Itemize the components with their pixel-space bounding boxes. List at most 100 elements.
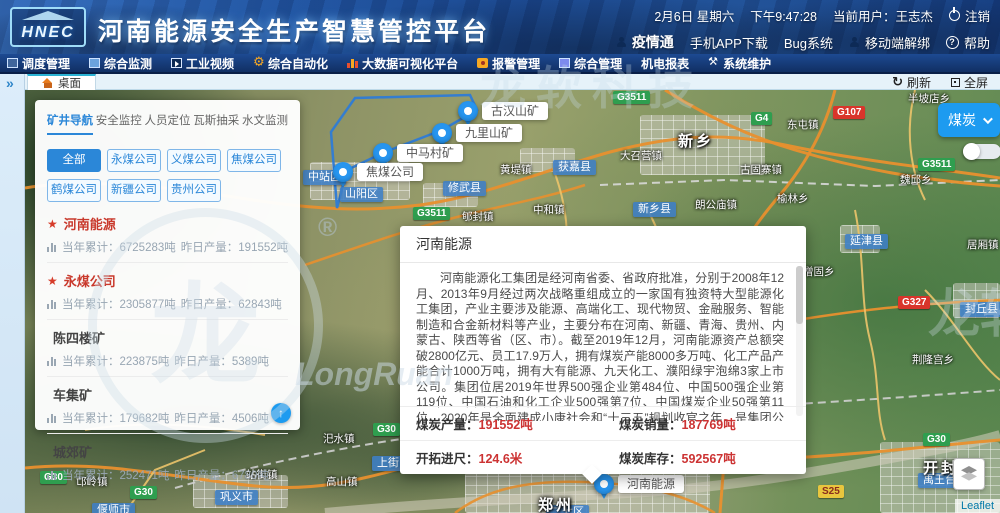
road-badge: G30 [923, 433, 950, 446]
fullscreen-button[interactable]: 全屏 [951, 74, 988, 91]
marker-pin-icon [333, 162, 353, 182]
company-filter-button[interactable]: 贵州公司 [167, 179, 221, 202]
refresh-button[interactable]: ↻ 刷新 [892, 74, 931, 91]
yearly-total: 当年累计：2305877吨 [62, 296, 176, 312]
nav-system-maintenance[interactable]: 系统维护 [708, 55, 771, 72]
panel-tab[interactable]: 人员定位 [145, 112, 191, 133]
nav-monitoring[interactable]: 综合监测 [89, 55, 152, 72]
daily-output: 昨日产量：4506吨 [174, 410, 269, 426]
panel-tab[interactable]: 瓦斯抽采 [193, 112, 239, 133]
help-icon [946, 36, 959, 49]
nav-electromech-reports[interactable]: 机电报表 [641, 55, 689, 72]
tab-desktop[interactable]: 桌面 [27, 74, 96, 90]
stat-label: 开拓进尺： [416, 448, 479, 467]
company-name: 陈四楼矿 [53, 328, 105, 347]
company-list-item[interactable]: 陈四楼矿 当年累计：223875吨 昨日产量：5389吨 [47, 320, 288, 377]
district-label: 新乡县 [633, 202, 676, 217]
panel-tab[interactable]: 矿井导航 [47, 112, 93, 135]
town-label: 魏邱乡 [900, 172, 932, 187]
yearly-total: 当年累计：223875吨 [62, 353, 169, 369]
nav-automation[interactable]: 综合自动化 [253, 55, 328, 72]
person-icon [616, 37, 627, 48]
stat-label: 煤炭销量： [619, 414, 682, 433]
popup-stat: 煤炭库存： 592567吨 [603, 440, 806, 474]
chevron-down-icon [983, 114, 993, 124]
mine-navigation-panel: 矿井导航安全监控人员定位瓦斯抽采水文监测 全部永煤公司义煤公司焦煤公司鹤煤公司新… [35, 100, 300, 430]
logout-button[interactable]: 注销 [949, 6, 990, 25]
map-attribution[interactable]: Leaflet [955, 499, 1000, 513]
popup-stats: 煤炭产量： 191552吨 煤炭销量： 187769吨 开拓进尺： 124.6米… [400, 406, 806, 474]
company-list: ★ 河南能源 当年累计：6725283吨 昨日产量：191552吨 ★ 永煤公司… [47, 206, 288, 490]
popup-stat: 煤炭产量： 191552吨 [400, 406, 603, 440]
map-layers-button[interactable] [953, 458, 985, 490]
urban-area [520, 148, 575, 172]
road-badge: G107 [833, 106, 865, 119]
company-list-item[interactable]: ★ 永煤公司 当年累计：2305877吨 昨日产量：62843吨 [47, 263, 288, 320]
company-filter-button[interactable]: 鹤煤公司 [47, 179, 101, 202]
bug-system-link[interactable]: Bug系统 [784, 33, 833, 52]
town-label: 中和镇 [533, 202, 565, 217]
company-filter-button[interactable]: 永煤公司 [107, 149, 161, 172]
scroll-up-button[interactable]: ↑ [271, 403, 291, 423]
town-label: 汜水镇 [323, 431, 355, 446]
daily-output: 昨日产量：5389吨 [174, 353, 269, 369]
company-stats: 当年累计：223875吨 昨日产量：5389吨 [47, 353, 288, 369]
star-icon: ★ [47, 217, 58, 231]
town-label: 古固寨镇 [740, 162, 782, 177]
bar-chart-icon [47, 243, 57, 252]
company-list-item[interactable]: 城郊矿 当年累计：252471吨 昨日产量：6780吨 [47, 434, 288, 490]
town-label: 黄堤镇 [500, 162, 532, 177]
marker-label: 古汉山矿 [482, 102, 548, 120]
company-name: 永煤公司 [64, 271, 116, 290]
marker-label: 焦煤公司 [357, 163, 423, 181]
nav-general-management[interactable]: 综合管理 [559, 55, 622, 72]
district-label: 修武县 [443, 181, 486, 196]
help-link[interactable]: 帮助 [946, 33, 990, 52]
panel-tab[interactable]: 水文监测 [242, 112, 288, 133]
bar-chart-icon [47, 471, 57, 480]
town-label: 荆隆宫乡 [912, 352, 954, 367]
current-user-label: 当前用户：王志杰 [833, 6, 933, 25]
coal-dropdown-button[interactable]: 煤炭 [938, 103, 1000, 137]
company-stats: 当年累计：179682吨 昨日产量：4506吨 [47, 410, 288, 426]
nav-bigdata-platform[interactable]: 大数据可视化平台 [347, 55, 458, 72]
company-filter-button[interactable]: 焦煤公司 [227, 149, 281, 172]
panel-tab[interactable]: 安全监控 [96, 112, 142, 133]
nav-industrial-video[interactable]: 工业视频 [171, 55, 234, 72]
layer-toggle-switch[interactable] [963, 144, 1000, 159]
header-status-row: 2月6日 星期六 下午9:47:28 当前用户：王志杰 注销 [654, 6, 990, 25]
company-filter-button[interactable]: 全部 [47, 149, 101, 172]
town-label: 高山镇 [326, 474, 358, 489]
urban-area [953, 283, 1000, 318]
panel-tabs: 矿井导航安全监控人员定位瓦斯抽采水文监测 [47, 110, 288, 143]
expand-sidebar-button[interactable]: » [6, 75, 14, 91]
company-filter-button[interactable]: 义煤公司 [167, 149, 221, 172]
company-filter-button[interactable]: 新疆公司 [107, 179, 161, 202]
popup-scrollbar[interactable] [796, 266, 803, 416]
mobile-unbind-link[interactable]: 移动端解绑 [849, 33, 930, 52]
company-stats: 当年累计：252471吨 昨日产量：6780吨 [47, 467, 288, 483]
company-list-item[interactable]: ★ 河南能源 当年累计：6725283吨 昨日产量：191552吨 [47, 206, 288, 263]
urban-area [423, 183, 478, 207]
road-badge: G3511 [918, 158, 955, 171]
yiqingtong-link[interactable]: 疫情通 [616, 32, 674, 52]
nav-alarm-management[interactable]: 报警管理 [477, 55, 540, 72]
company-filters: 全部永煤公司义煤公司焦煤公司鹤煤公司新疆公司贵州公司 [47, 143, 288, 206]
main-nav: 调度管理 综合监测 工业视频 综合自动化 大数据可视化平台 报警管理 综合管理 … [0, 54, 1000, 72]
app-download-link[interactable]: 手机APP下载 [690, 33, 768, 52]
bar-chart-icon [47, 357, 57, 366]
wrench-icon [708, 58, 719, 68]
nav-dispatch[interactable]: 调度管理 [7, 55, 70, 72]
bar-chart-icon [347, 58, 358, 68]
hnec-logo: HNEC [10, 7, 86, 47]
marker-label: 九里山矿 [456, 124, 522, 142]
company-name: 车集矿 [53, 385, 92, 404]
time-label: 下午9:47:28 [750, 6, 817, 25]
refresh-icon: ↻ [892, 76, 903, 88]
daily-output: 昨日产量：62843吨 [181, 296, 282, 312]
road-badge: G3511 [413, 207, 450, 220]
district-label: 巩义市 [215, 490, 258, 505]
company-list-item[interactable]: 车集矿 当年累计：179682吨 昨日产量：4506吨 [47, 377, 288, 434]
yearly-total: 当年累计：252471吨 [62, 467, 169, 483]
layers-icon [960, 465, 978, 483]
